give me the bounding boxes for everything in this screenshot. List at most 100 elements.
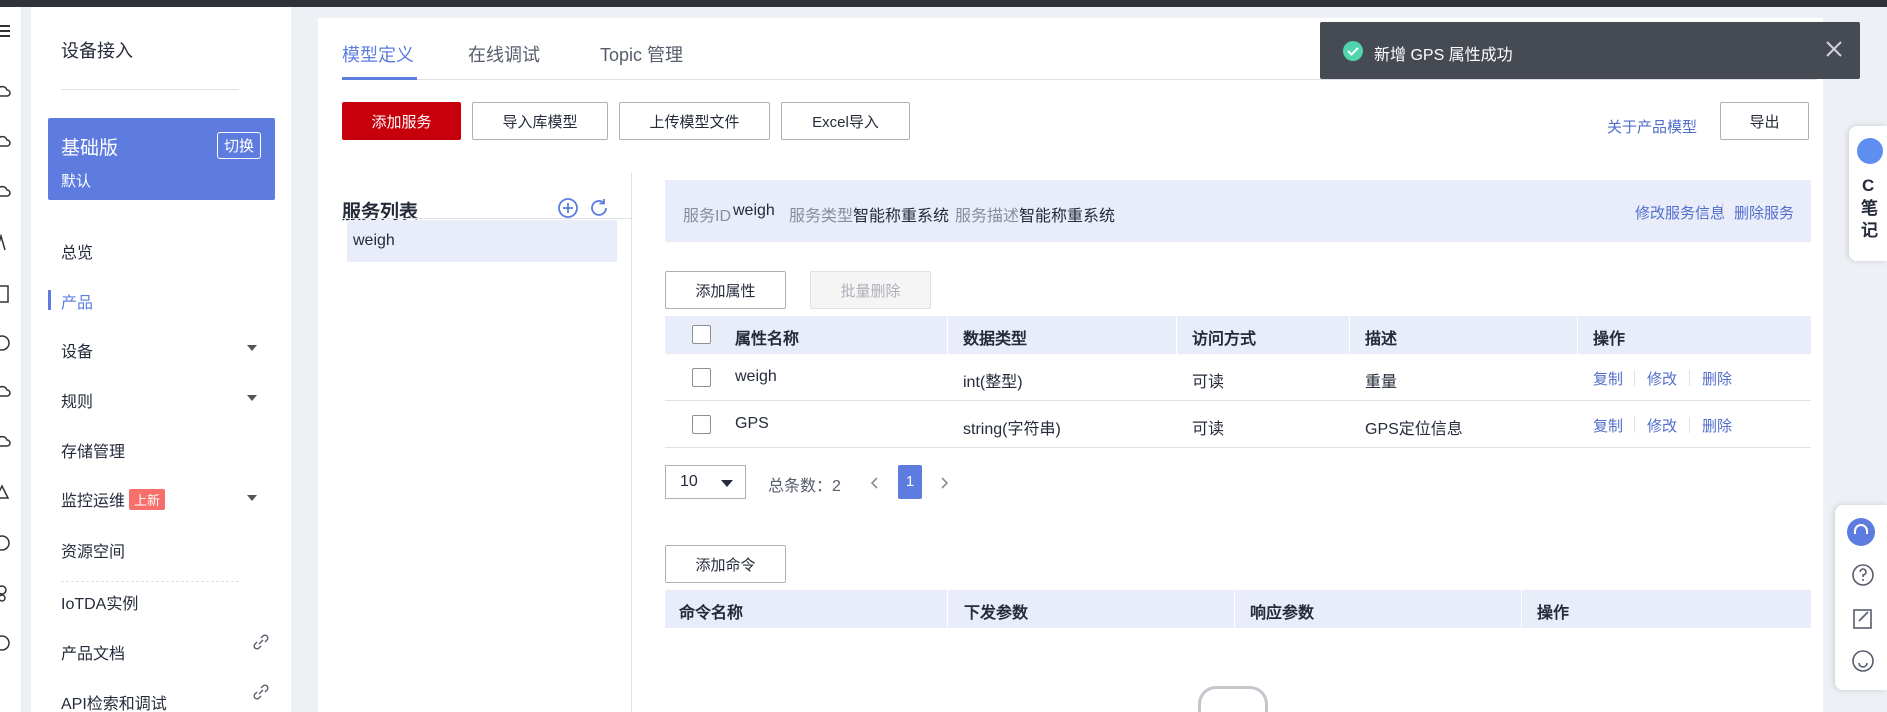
external-link-icon [253,634,269,650]
copy-link[interactable]: 复制 [1593,368,1623,389]
add-command-button[interactable]: 添加命令 [665,545,786,583]
delete-link[interactable]: 删除 [1702,368,1732,389]
commands-table-header: 命令名称 下发参数 响应参数 操作 [665,590,1811,628]
globe-icon[interactable] [0,634,12,652]
active-indicator [48,290,51,310]
main-panel: 模型定义 在线调试 Topic 管理 添加服务 导入库模型 上传模型文件 Exc… [318,18,1823,712]
column-header: 下发参数 [964,605,1029,622]
sidebar-item-monitor[interactable]: 监控运维 上新 [61,487,271,511]
property-name: GPS [735,415,769,432]
delete-service-link[interactable]: 删除服务 [1734,202,1794,223]
edition-sub: 默认 [61,173,92,190]
alert-icon[interactable] [0,484,12,502]
delete-link[interactable]: 删除 [1702,415,1732,436]
select-all-checkbox[interactable] [692,325,711,344]
success-check-icon [1343,41,1363,61]
sidebar-item-iotda-instance[interactable]: IoTDA实例 [61,590,138,614]
excel-import-button[interactable]: Excel导入 [781,102,910,140]
column-header: 访问方式 [1192,331,1257,348]
customer-service-icon[interactable] [1846,517,1876,547]
cloud-sync-icon[interactable] [0,384,12,400]
upload-model-file-button[interactable]: 上传模型文件 [619,102,770,140]
properties-table-header: 属性名称 数据类型 访问方式 描述 操作 [665,316,1811,354]
chevron-right-icon[interactable] [938,476,950,490]
import-library-model-button[interactable]: 导入库模型 [472,102,608,140]
sidebar-item-device[interactable]: 设备 [61,338,271,362]
sidebar-item-api-explorer[interactable]: API检索和调试 [61,690,167,712]
chat-cloud-icon[interactable] [0,134,12,150]
tab-topic-management[interactable]: Topic 管理 [600,41,683,67]
sidebar-item-storage[interactable]: 存储管理 [61,438,125,462]
chevron-left-icon[interactable] [869,476,881,490]
tag-icon[interactable] [0,534,12,552]
op-separator [1634,417,1635,433]
signal-icon[interactable] [0,234,12,252]
chevron-down-icon [247,395,257,401]
page-button-current[interactable]: 1 [898,465,922,499]
add-property-button[interactable]: 添加属性 [665,271,786,309]
column-separator [1521,590,1522,628]
about-product-model-link[interactable]: 关于产品模型 [1607,116,1697,137]
edition-switch-button[interactable]: 切换 [216,132,261,159]
batch-delete-button[interactable]: 批量删除 [810,271,931,309]
export-button[interactable]: 导出 [1720,102,1809,140]
external-link-icon [253,684,269,700]
service-list-item[interactable]: weigh [347,220,617,262]
sidebar-item-rules[interactable]: 规则 [61,388,271,412]
sidebar-divider [61,89,239,90]
notes-logo-icon [1857,138,1883,164]
sidebar-item-resource-space[interactable]: 资源空间 [61,538,125,562]
total-count: 总条数：2 [768,478,841,495]
cloud-icon[interactable] [0,84,12,100]
property-name: weigh [735,368,777,385]
column-header: 操作 [1537,605,1570,622]
column-separator [1577,316,1578,354]
edit-service-link[interactable]: 修改服务信息 [1635,202,1725,223]
edit-link[interactable]: 修改 [1647,368,1677,389]
close-icon[interactable] [1822,37,1846,61]
question-icon[interactable] [1851,563,1875,587]
op-separator [1634,370,1635,386]
row-checkbox[interactable] [692,368,711,387]
refresh-icon[interactable] [588,197,610,219]
feedback-edit-icon[interactable] [1851,607,1875,631]
edition-card[interactable]: 基础版 默认 切换 [48,118,275,200]
nav-divider [61,581,239,582]
link-separator [1722,203,1723,219]
service-type-value: 智能称重系统 [853,208,950,225]
row-checkbox[interactable] [692,415,711,434]
page-size-value: 10 [680,473,698,490]
sidebar-item-product[interactable]: 产品 [61,289,93,313]
table-row: GPS string(字符串) 可读 GPS定位信息 复制 修改 删除 [665,401,1811,448]
menu-icon[interactable] [0,24,10,38]
sidebar-item-overview[interactable]: 总览 [61,239,93,263]
property-access: 可读 [1192,421,1225,438]
sidebar-item-product-docs[interactable]: 产品文档 [61,640,125,664]
table-row: weigh int(整型) 可读 重量 复制 修改 删除 [665,354,1811,401]
sidebar-item-label: 监控运维 [61,493,126,510]
column-header: 响应参数 [1250,605,1315,622]
dashboard-icon[interactable] [0,334,12,352]
edit-link[interactable]: 修改 [1647,415,1677,436]
cloud-storage-icon[interactable] [0,434,12,450]
column-separator [947,316,948,354]
notes-widget-letter: C [1862,176,1875,195]
page-size-select[interactable]: 10 [665,465,746,499]
property-desc: 重量 [1365,374,1398,391]
sidebar: 设备接入 基础版 默认 切换 总览 产品 设备 规则 存储管理 监控运维 上新 资… [31,7,291,712]
add-circle-icon[interactable] [557,197,579,219]
column-header: 属性名称 [735,331,800,348]
network-icon[interactable] [0,584,12,602]
add-service-button[interactable]: 添加服务 [342,102,461,140]
active-tab-underline [342,77,417,80]
tab-online-debug[interactable]: 在线调试 [468,41,540,67]
copy-link[interactable]: 复制 [1593,415,1623,436]
tab-model-definition[interactable]: 模型定义 [342,41,414,67]
cloud-server-icon[interactable] [0,184,12,200]
chevron-down-icon [247,495,257,501]
column-header: 操作 [1593,331,1626,348]
smile-icon[interactable] [1851,649,1875,673]
document-icon[interactable] [0,284,12,304]
notes-widget[interactable]: C 笔记 [1849,126,1887,261]
toast-message: 新增 GPS 属性成功 [1374,47,1513,64]
